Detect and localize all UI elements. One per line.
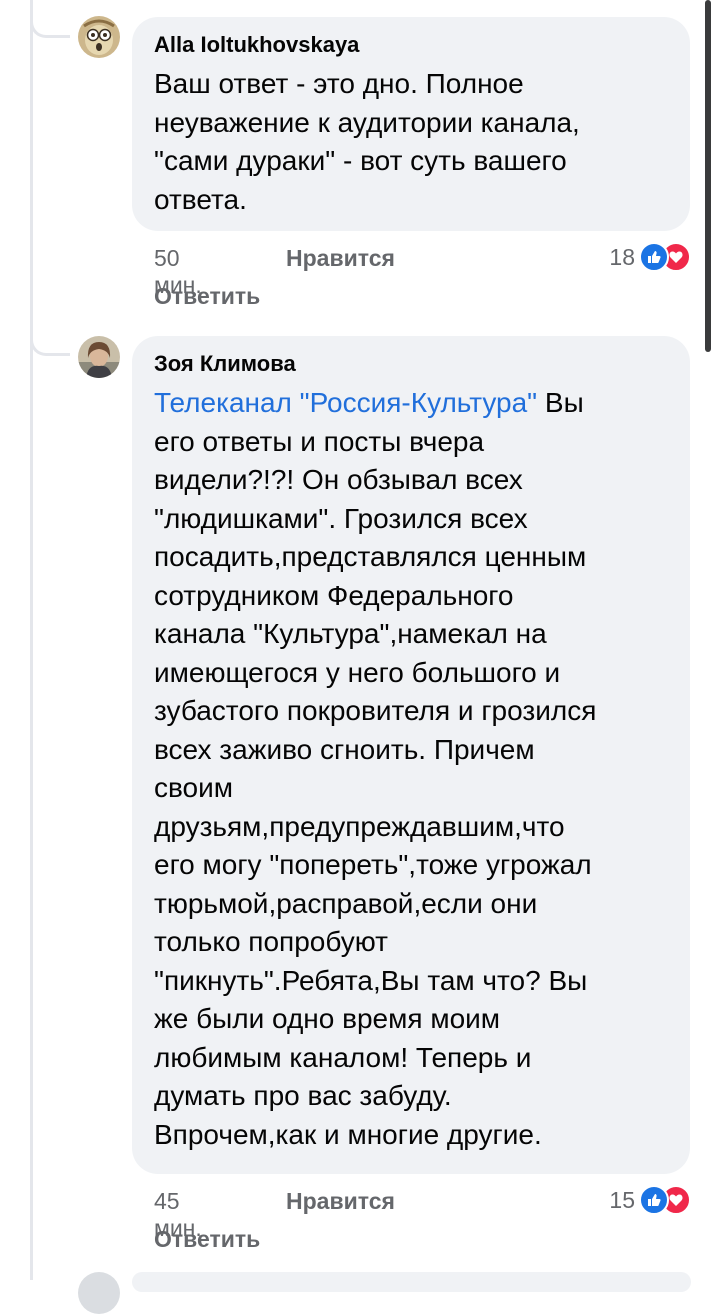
comment-bubble — [132, 1272, 691, 1292]
reaction-count: 15 — [609, 1186, 635, 1213]
thread-branch — [30, 16, 70, 38]
thread-branch — [30, 334, 70, 356]
cartoon-face-avatar-icon — [78, 16, 120, 58]
comment-bubble: Alla Ioltukhovskaya Ваш ответ - это дно.… — [132, 17, 690, 231]
avatar[interactable] — [78, 16, 120, 58]
reaction-count: 18 — [609, 243, 635, 270]
comment-author[interactable]: Зоя Климова — [154, 350, 668, 378]
thread-line — [30, 0, 33, 1280]
thumbs-up-icon — [639, 242, 669, 272]
like-button[interactable]: Нравится — [286, 245, 395, 272]
reply-button[interactable]: Ответить — [154, 283, 260, 310]
comment-text-body: Вы его ответы и посты вчера видели?!?! О… — [154, 387, 597, 1150]
avatar[interactable] — [78, 336, 120, 378]
scrollbar[interactable] — [705, 0, 711, 352]
reactions-summary[interactable]: 15 — [609, 1185, 691, 1215]
thumbs-up-icon — [639, 1185, 669, 1215]
comment-text: Телеканал "Россия-Культура" Вы его ответ… — [154, 384, 668, 1154]
comment-bubble: Зоя Климова Телеканал "Россия-Культура" … — [132, 336, 690, 1174]
comment-text: Ваш ответ - это дно. Полное неуважение к… — [154, 68, 580, 215]
avatar[interactable] — [78, 1272, 120, 1314]
like-button[interactable]: Нравится — [286, 1188, 395, 1215]
comment-author[interactable]: Alla Ioltukhovskaya — [154, 31, 668, 59]
profile-photo-avatar-icon — [78, 336, 120, 378]
reply-button[interactable]: Ответить — [154, 1226, 260, 1253]
reactions-summary[interactable]: 18 — [609, 242, 691, 272]
page-mention-link[interactable]: Телеканал "Россия-Культура" — [154, 387, 537, 418]
